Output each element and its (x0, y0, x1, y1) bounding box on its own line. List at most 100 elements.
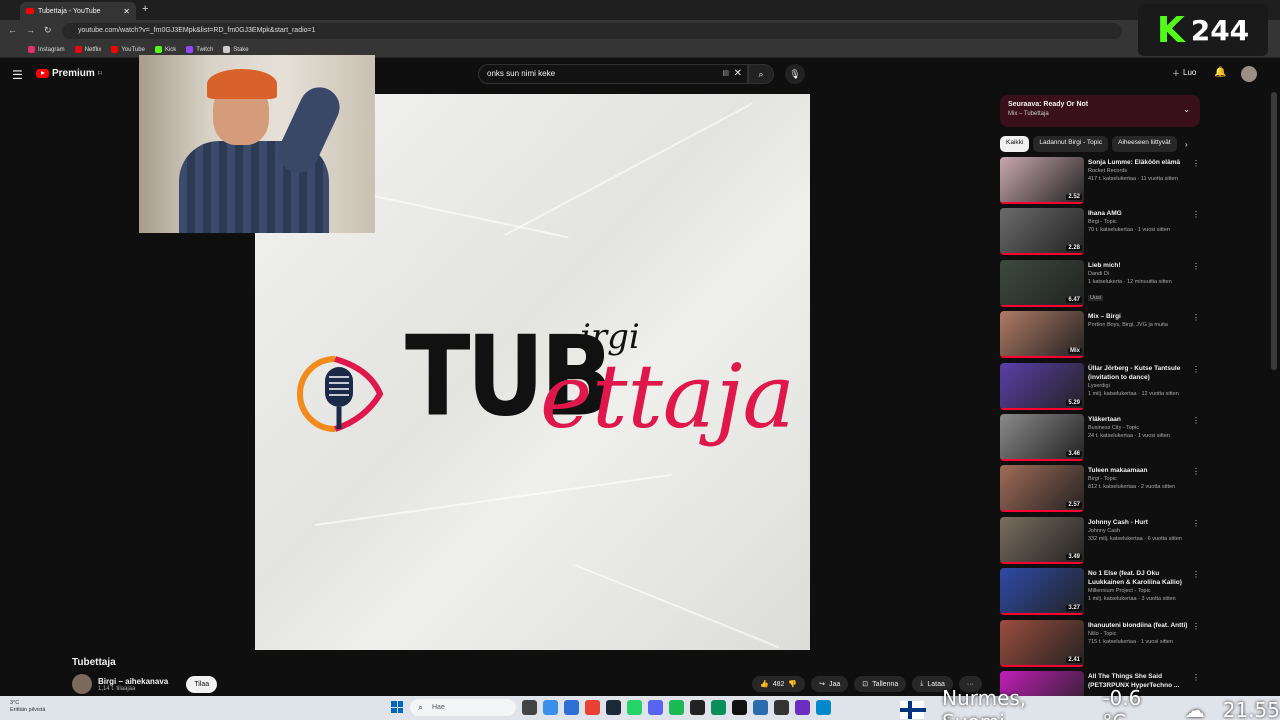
recommendation-title[interactable]: Johnny Cash - Hurt (1088, 518, 1188, 527)
recommendation-channel[interactable]: Portion Boys, Birgi, JVG ja muita (1088, 321, 1188, 329)
filter-chip[interactable]: Aiheeseen liittyvät (1112, 136, 1177, 152)
windows-start-icon[interactable] (391, 701, 403, 713)
more-options-icon[interactable]: ⋮ (1192, 622, 1200, 631)
recommendation-title[interactable]: Ihanuuteni blondiina (feat. Antti) (1088, 621, 1188, 630)
more-options-icon[interactable]: ⋮ (1192, 262, 1200, 271)
search-button[interactable]: ⌕ (748, 64, 774, 84)
bookmark-item[interactable]: YouTube (111, 46, 145, 53)
steam-icon[interactable] (606, 700, 621, 715)
voice-search-button[interactable]: 🎙 (785, 64, 805, 84)
more-options-icon[interactable]: ⋮ (1192, 673, 1200, 682)
more-options-icon[interactable]: ⋮ (1192, 570, 1200, 579)
recommendation-item[interactable]: 3.27 No 1 Else (feat. DJ Oku Luukkainen &… (1000, 568, 1200, 619)
recommendation-title[interactable]: Yläkertaan (1088, 415, 1188, 424)
app-icon[interactable] (795, 700, 810, 715)
keyboard-icon[interactable]: ▤ (722, 65, 729, 83)
app-icon[interactable] (711, 700, 726, 715)
recommendation-item[interactable]: 2.41 Ihanuuteni blondiina (feat. Antti) Ni… (1000, 619, 1200, 671)
recommendation-channel[interactable]: Birgi - Topic (1088, 475, 1188, 483)
recommendation-channel[interactable]: Business City - Topic (1088, 424, 1188, 432)
menu-icon[interactable]: ☰ (12, 68, 23, 82)
video-thumbnail[interactable]: 3.46 (1000, 413, 1084, 461)
filter-chip[interactable]: Kaikki (1000, 136, 1030, 152)
recommendation-channel[interactable]: Niilo - Topic (1088, 630, 1188, 638)
reload-icon[interactable]: ↻ (44, 25, 52, 36)
more-options-icon[interactable]: ⋮ (1192, 159, 1200, 168)
close-tab-icon[interactable]: ✕ (123, 7, 130, 16)
obs-icon[interactable] (732, 700, 747, 715)
bookmark-item[interactable]: Stake (223, 46, 249, 53)
create-button[interactable]: ＋ Luo (1172, 68, 1196, 79)
taskbar-search-input[interactable]: Hae (410, 699, 516, 716)
app-icon[interactable] (774, 700, 789, 715)
telegram-icon[interactable] (816, 700, 831, 715)
recommendation-title[interactable]: Sonja Lumme: Eläköön elämä (1088, 158, 1188, 167)
recommendation-item[interactable]: 2.52 Sonja Lumme: Eläköön elämä Rocket Rec… (1000, 157, 1200, 208)
browser-tab[interactable]: Tubettaja - YouTube ✕ (20, 2, 136, 20)
video-thumbnail[interactable]: 2.52 (1000, 157, 1084, 204)
app-icon[interactable] (753, 700, 768, 715)
video-thumbnail[interactable]: 5.29 (1000, 362, 1084, 410)
video-thumbnail[interactable]: 3.49 (1000, 516, 1084, 564)
edge-icon[interactable] (564, 700, 579, 715)
more-options-icon[interactable]: ⋮ (1192, 210, 1200, 219)
recommendation-channel[interactable]: Johnny Cash (1088, 527, 1188, 535)
chevron-right-icon[interactable]: › (1185, 140, 1188, 149)
recommendation-title[interactable]: Üllar Jörberg - Kutse Tantsule (invitati… (1088, 364, 1188, 382)
recommendation-item[interactable]: 3.46 Yläkertaan Business City - Topic 24 t.… (1000, 413, 1200, 465)
account-avatar[interactable] (1241, 66, 1257, 82)
recommendation-channel[interactable]: Millennium Project - Topic (1088, 587, 1188, 595)
recommendation-title[interactable]: Tuleen makaamaan (1088, 466, 1188, 475)
recommendation-item[interactable]: 3.49 Johnny Cash - Hurt Johnny Cash 332 mil… (1000, 516, 1200, 568)
recommendation-item[interactable]: 2.57 Tuleen makaamaan Birgi - Topic 812 t. … (1000, 465, 1200, 516)
recommendation-channel[interactable]: Birgi - Topic (1088, 218, 1188, 226)
clear-search-icon[interactable]: ✕ (734, 65, 742, 83)
recommendation-item[interactable]: 6.47 Lieb mich! Dandi Di 1 katselukerta · 1… (1000, 259, 1200, 311)
app-icon[interactable] (690, 700, 705, 715)
bookmark-item[interactable]: Netflix (74, 46, 101, 53)
recommendation-item[interactable]: 5.29 Üllar Jörberg - Kutse Tantsule (invi… (1000, 362, 1200, 414)
bookmark-item[interactable]: Kick (154, 46, 176, 53)
more-options-icon[interactable]: ⋮ (1192, 365, 1200, 374)
next-up-panel[interactable]: Seuraava: Ready Or Not Mix – Tubettaja ⌄ (1000, 95, 1200, 127)
weather-widget[interactable]: 3°C Erittäin pilvistä (10, 700, 45, 714)
back-icon[interactable]: ← (8, 25, 17, 35)
video-thumbnail[interactable]: 2.57 (1000, 465, 1084, 513)
thumbs-down-icon[interactable]: 👎 (788, 680, 797, 688)
url-field[interactable]: youtube.com/watch?v=_fm0GJ3EMpk&list=RD_… (62, 23, 1122, 39)
youtube-logo[interactable]: Premium FI (36, 68, 102, 79)
chevron-down-icon[interactable]: ⌄ (1183, 105, 1190, 114)
video-thumbnail[interactable]: 2.28 (1000, 208, 1084, 256)
spotify-icon[interactable] (669, 700, 684, 715)
recommendation-title[interactable]: Lieb mich! (1088, 261, 1188, 270)
filter-chip[interactable]: Ladannut Birgi - Topic (1033, 136, 1109, 152)
recommendation-title[interactable]: Ihana AMG (1088, 209, 1188, 218)
save-button[interactable]: ⊡ Tallenna (854, 676, 907, 692)
bookmark-item[interactable]: Twitch (186, 46, 213, 53)
task-view-icon[interactable] (522, 700, 537, 715)
more-options-icon[interactable]: ⋮ (1192, 313, 1200, 322)
whatsapp-icon[interactable] (627, 700, 642, 715)
chrome-icon[interactable] (585, 700, 600, 715)
notifications-bell-icon[interactable]: 🔔 (1214, 67, 1226, 78)
more-options-icon[interactable]: ⋮ (1192, 467, 1200, 476)
subscribe-button[interactable]: Tilaa (186, 675, 218, 693)
file-explorer-icon[interactable] (543, 700, 558, 715)
recommendation-item[interactable]: Mix Mix – Birgi Portion Boys, Birgi, JVG j… (1000, 311, 1200, 362)
share-button[interactable]: ↪ Jaa (811, 676, 849, 692)
page-scrollbar[interactable] (1271, 92, 1277, 370)
recommendation-channel[interactable]: Dandi Di (1088, 270, 1188, 278)
channel-avatar[interactable] (72, 674, 92, 694)
discord-icon[interactable] (648, 700, 663, 715)
recommendation-channel[interactable]: Lyserdigi (1088, 382, 1188, 390)
channel-name[interactable]: Birgi – aihekanava (98, 677, 168, 686)
like-button[interactable]: 👍 482 👎 (752, 676, 806, 692)
recommendation-channel[interactable]: Rocket Records (1088, 167, 1188, 175)
video-thumbnail[interactable]: 6.47 (1000, 259, 1084, 307)
video-thumbnail[interactable]: 2.41 (1000, 619, 1084, 667)
recommendation-title[interactable]: Mix – Birgi (1088, 312, 1188, 321)
new-tab-button[interactable]: + (142, 3, 148, 15)
bookmark-item[interactable]: Instagram (28, 46, 65, 53)
video-thumbnail[interactable]: 3.27 (1000, 568, 1084, 616)
recommendation-title[interactable]: No 1 Else (feat. DJ Oku Luukkainen & Kar… (1088, 569, 1188, 587)
